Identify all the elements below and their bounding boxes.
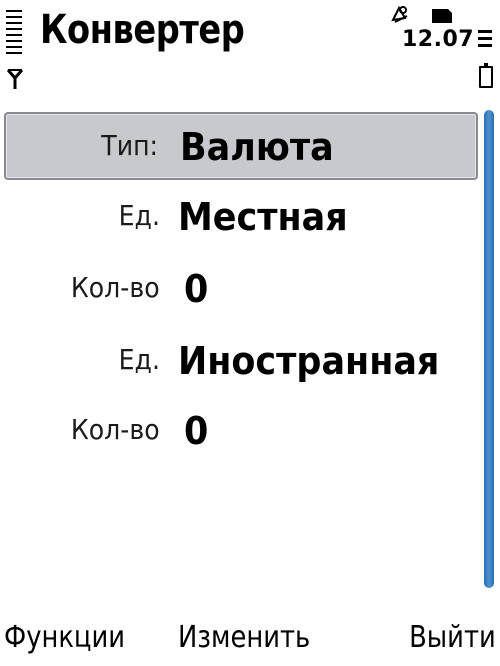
battery-icon <box>476 30 494 88</box>
form-row-local-amount[interactable]: Кол-во 0 <box>4 256 478 324</box>
sim-card-icon <box>432 9 452 23</box>
field-value-foreign-unit: Иностранная <box>178 339 440 383</box>
field-value-foreign-amount: 0 <box>184 409 209 453</box>
change-softkey[interactable]: Изменить <box>178 614 310 662</box>
converter-form: Тип: Валюта Ед. Местная Кол-во 0 Ед. Ино… <box>0 108 480 588</box>
form-row-foreign-amount[interactable]: Кол-во 0 <box>4 398 478 466</box>
antenna-icon <box>6 69 24 89</box>
field-label-foreign-unit: Ед. <box>118 343 160 376</box>
field-value-type: Валюта <box>180 125 334 169</box>
field-label-local-amount: Кол-во <box>71 271 160 304</box>
clock: 12.07 <box>402 27 475 52</box>
app-title: Конвертер <box>40 7 245 53</box>
exit-softkey[interactable]: Выйти <box>409 614 496 662</box>
alarm-icon <box>391 5 408 23</box>
scrollbar[interactable] <box>484 110 494 588</box>
softkey-bar: Функции Изменить Выйти <box>0 614 500 666</box>
options-softkey[interactable]: Функции <box>4 614 125 662</box>
field-label-foreign-amount: Кол-во <box>71 413 160 446</box>
form-row-type[interactable]: Тип: Валюта <box>4 112 478 180</box>
field-value-local-unit: Местная <box>178 195 348 239</box>
field-label-local-unit: Ед. <box>118 199 160 232</box>
signal-strength-icon <box>4 6 24 92</box>
converter-screen: Конвертер 12.07 Тип: Валюта Ед. Местная … <box>0 0 500 666</box>
form-row-foreign-unit[interactable]: Ед. Иностранная <box>4 328 478 396</box>
field-value-local-amount: 0 <box>184 267 209 311</box>
field-label-type: Тип: <box>101 129 158 162</box>
scrollbar-thumb[interactable] <box>484 110 494 588</box>
form-row-local-unit[interactable]: Ед. Местная <box>4 184 478 252</box>
